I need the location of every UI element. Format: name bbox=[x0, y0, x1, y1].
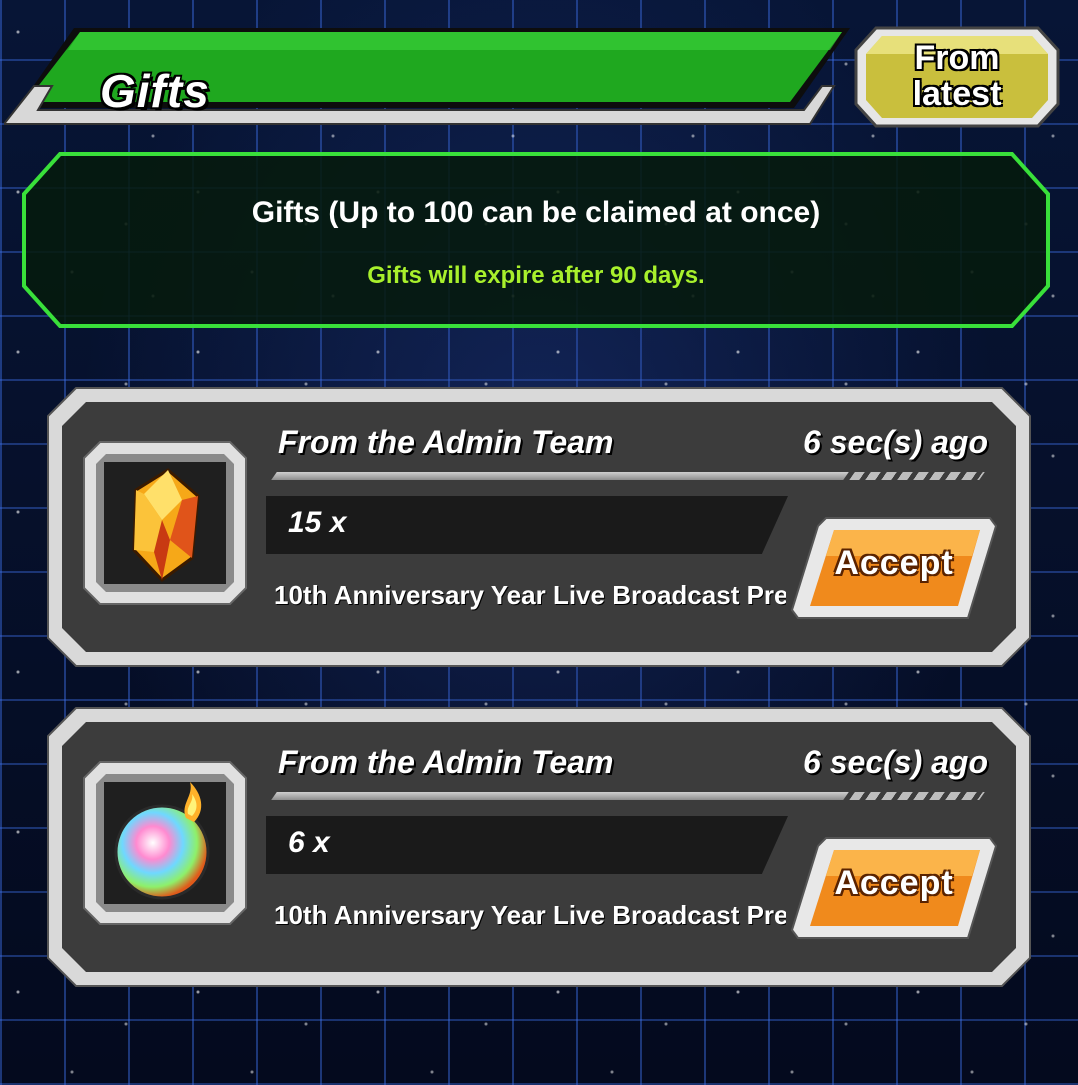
accept-button[interactable]: Accept bbox=[790, 514, 998, 622]
gift-card: From the Admin Team 6 sec(s) ago 6 x 10t… bbox=[46, 706, 1032, 988]
divider-dashes bbox=[849, 472, 985, 480]
gift-quantity: 6 x bbox=[288, 826, 330, 859]
gift-quantity: 15 x bbox=[288, 506, 347, 539]
gift-time: 6 sec(s) ago bbox=[803, 424, 988, 460]
divider-dashes bbox=[849, 792, 985, 800]
gift-sender: From the Admin Team bbox=[278, 744, 614, 780]
gift-description: 10th Anniversary Year Live Broadcast Pre… bbox=[274, 580, 786, 610]
rainbow-orb-icon bbox=[114, 782, 210, 900]
gift-time: 6 sec(s) ago bbox=[803, 744, 988, 780]
accept-label: Accept bbox=[834, 544, 954, 582]
sort-from-latest-button[interactable]: From latest bbox=[854, 26, 1060, 128]
gift-description: 10th Anniversary Year Live Broadcast Pre… bbox=[274, 900, 786, 930]
sort-label: From latest bbox=[912, 39, 1002, 113]
page-title: Gifts bbox=[100, 65, 210, 117]
info-title: Gifts (Up to 100 can be claimed at once) bbox=[251, 196, 821, 229]
accept-button[interactable]: Accept bbox=[790, 834, 998, 942]
gift-info-panel: Gifts (Up to 100 can be claimed at once)… bbox=[20, 150, 1052, 330]
gift-sender: From the Admin Team bbox=[278, 424, 614, 460]
header-banner: Gifts bbox=[4, 26, 850, 128]
divider bbox=[271, 792, 849, 800]
gift-icon-frame bbox=[82, 440, 248, 606]
gift-icon-frame bbox=[82, 760, 248, 926]
quantity-bar bbox=[266, 816, 788, 874]
divider bbox=[271, 472, 849, 480]
expiry-notice: Gifts will expire after 90 days. bbox=[367, 262, 705, 289]
crystal-icon bbox=[132, 468, 200, 582]
gift-card: From the Admin Team 6 sec(s) ago 15 x 10… bbox=[46, 386, 1032, 668]
accept-label: Accept bbox=[834, 864, 954, 902]
